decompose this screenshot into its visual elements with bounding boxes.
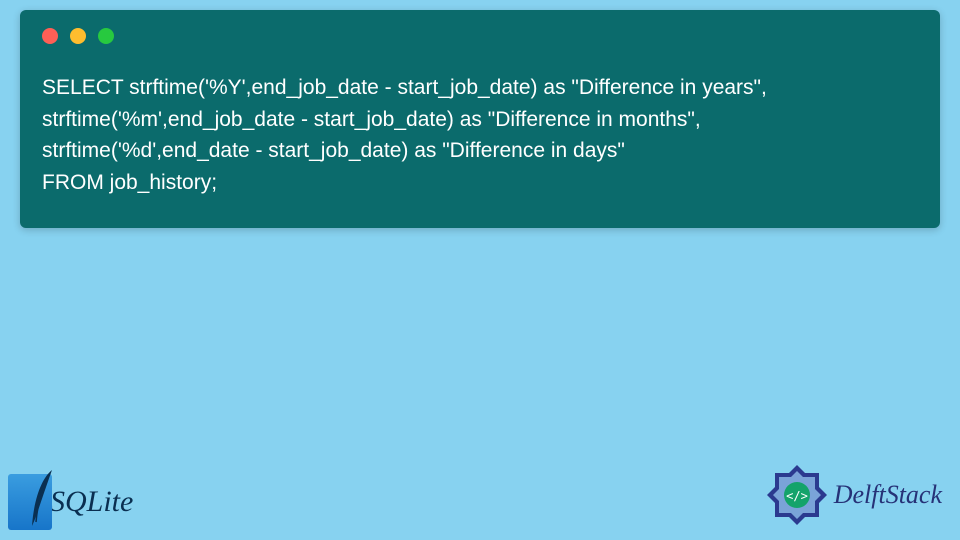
feather-icon <box>22 468 62 530</box>
sqlite-text: SQLite <box>50 485 133 519</box>
close-icon <box>42 28 58 44</box>
code-block: SELECT strftime('%Y',end_job_date - star… <box>42 72 918 198</box>
code-line: strftime('%m',end_job_date - start_job_d… <box>42 108 701 131</box>
window-traffic-lights <box>42 28 918 44</box>
code-line: SELECT strftime('%Y',end_job_date - star… <box>42 76 767 99</box>
delftstack-logo: </> DelftStack <box>766 464 942 526</box>
sqlite-logo: SQLite <box>8 474 133 530</box>
code-window: SELECT strftime('%Y',end_job_date - star… <box>20 10 940 228</box>
code-line: strftime('%d',end_date - start_job_date)… <box>42 139 625 162</box>
maximize-icon <box>98 28 114 44</box>
delftstack-text: DelftStack <box>834 480 942 510</box>
svg-text:</>: </> <box>786 489 808 503</box>
minimize-icon <box>70 28 86 44</box>
sqlite-square-icon <box>8 474 52 530</box>
code-line: FROM job_history; <box>42 171 217 194</box>
delftstack-badge-icon: </> <box>766 464 828 526</box>
